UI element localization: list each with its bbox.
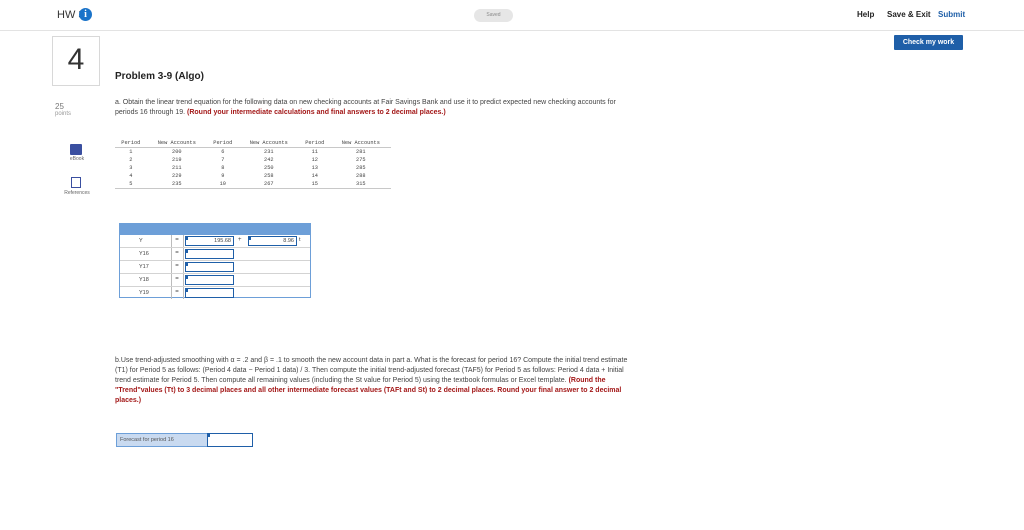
table-cell: 4 [129,173,133,179]
y18-input[interactable] [185,275,234,285]
table-cell: 219 [172,157,182,163]
equals-sign: = [175,250,179,256]
top-bar: HW 3 i Saved Help Save & Exit Submit [0,0,1024,31]
saved-status-badge: Saved [474,9,513,22]
equals-sign: = [175,237,179,243]
forecast-row-y18: Y18 = [120,274,310,287]
table-cell: 2 [129,157,133,163]
trend-equation-panel: Y = 195.68 + 8.96 t Y16 = Y17 = Y18 = Y1… [119,223,311,299]
table-cell: 211 [172,165,182,171]
forecast-label: Forecast for period 16 [116,433,208,447]
points-value: 25 [55,102,64,111]
table-cell: 242 [264,157,274,163]
table-cell: 11 [311,149,318,155]
part-b-instructions: b.Use trend-adjusted smoothing with α = … [115,356,630,406]
plus-sign: + [238,237,242,243]
points-label: points [55,111,72,117]
answer-grid: Y = 195.68 + 8.96 t Y16 = Y17 = Y18 = Y1… [119,234,311,299]
equals-sign: = [175,263,179,269]
table-cell: 13 [311,165,318,171]
help-link[interactable]: Help [857,10,874,19]
table-header: Period [206,139,239,148]
forecast-row-y17: Y17 = [120,261,310,274]
y16-input[interactable] [185,249,234,259]
equation-row: Y = 195.68 + 8.96 t [120,235,310,248]
references-icon[interactable] [71,177,81,188]
table-row: 2 219 7 242 12 275 [115,156,391,164]
table-cell: 231 [264,149,274,155]
table-row: 4 229 9 258 14 288 [115,172,391,180]
table-cell: 281 [356,149,366,155]
forecast-row-y16: Y16 = [120,248,310,261]
table-header: New Accounts [146,139,207,148]
table-cell: 10 [206,180,239,189]
table-cell: 258 [264,173,274,179]
part-a-rounding-note: (Round your intermediate calculations an… [187,109,446,116]
table-header: Period [115,139,147,148]
table-cell: 235 [146,180,207,189]
intercept-input[interactable]: 195.68 [185,236,234,246]
check-my-work-button[interactable]: Check my work [894,35,963,50]
table-header-row: Period New Accounts Period New Accounts … [115,139,391,148]
equals-sign: = [175,276,179,282]
table-cell: 15 [298,180,331,189]
table-cell: 7 [221,157,225,163]
table-cell: 200 [172,149,182,155]
save-exit-link[interactable]: Save & Exit [887,10,931,19]
references-label[interactable]: References [56,190,98,196]
submit-link[interactable]: Submit [938,10,965,19]
accounts-data-table: Period New Accounts Period New Accounts … [115,139,391,189]
problem-title: Problem 3-9 (Algo) [115,71,204,82]
forecast-row-y19: Y19 = [120,287,310,299]
table-cell: 229 [172,173,182,179]
equals-sign: = [175,289,179,295]
y19-input[interactable] [185,288,234,298]
table-cell: 288 [356,173,366,179]
slope-input[interactable]: 8.96 [248,236,297,246]
table-header: Period [298,139,331,148]
table-cell: 285 [356,165,366,171]
table-cell: 267 [238,180,299,189]
table-cell: 5 [115,180,147,189]
forecast-answer-row: Forecast for period 16 [116,433,253,447]
table-cell: 6 [221,149,225,155]
table-header: New Accounts [238,139,299,148]
t-variable: t [299,237,301,243]
table-header: New Accounts [330,139,391,148]
table-cell: 12 [311,157,318,163]
table-cell: 14 [311,173,318,179]
table-cell: 250 [264,165,274,171]
table-cell: 275 [356,157,366,163]
table-cell: 9 [221,173,225,179]
ebook-label[interactable]: eBook [60,156,94,162]
part-a-instructions: a. Obtain the linear trend equation for … [115,98,625,118]
forecast-period-16-input[interactable] [207,433,253,447]
table-cell: 1 [129,149,133,155]
info-icon[interactable]: i [79,8,92,21]
table-cell: 3 [129,165,133,171]
table-cell: 315 [330,180,391,189]
ebook-icon[interactable] [70,144,82,155]
table-cell: 8 [221,165,225,171]
y17-input[interactable] [185,262,234,272]
table-row: 1 200 6 231 11 281 [115,148,391,157]
part-b-text: b.Use trend-adjusted smoothing with α = … [115,357,628,384]
panel-header-bar [119,223,311,234]
table-row: 5 235 10 267 15 315 [115,180,391,189]
question-number-box: 4 [52,36,100,86]
question-number: 4 [67,43,85,76]
table-row: 3 211 8 250 13 285 [115,164,391,172]
